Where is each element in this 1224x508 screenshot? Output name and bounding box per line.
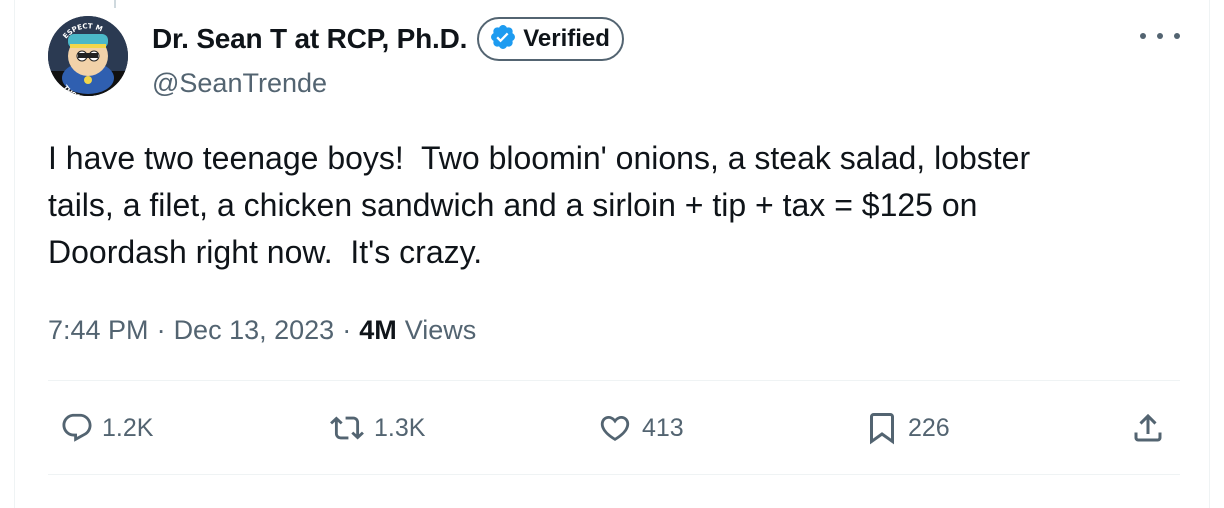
verified-pill[interactable]: Verified bbox=[477, 17, 624, 61]
divider bbox=[48, 474, 1180, 475]
verified-label: Verified bbox=[523, 25, 610, 52]
meta-separator: · bbox=[156, 314, 166, 345]
views-count: 4M bbox=[359, 314, 397, 345]
reply-button[interactable]: 1.2K bbox=[60, 382, 153, 474]
author-handle[interactable]: @SeanTrende bbox=[152, 68, 327, 99]
reply-count: 1.2K bbox=[102, 413, 154, 442]
action-bar: 1.2K 1.3K 413 226 bbox=[48, 382, 1180, 474]
like-count: 413 bbox=[642, 413, 684, 442]
author-display-name[interactable]: Dr. Sean T at RCP, Ph.D. bbox=[152, 23, 467, 55]
tweet-time[interactable]: 7:44 PM bbox=[48, 315, 149, 346]
like-icon bbox=[596, 411, 634, 445]
like-button[interactable]: 413 bbox=[596, 382, 684, 474]
thread-line bbox=[114, 0, 116, 8]
more-dot bbox=[1157, 33, 1163, 39]
repost-icon bbox=[328, 411, 366, 445]
author-row: Dr. Sean T at RCP, Ph.D. Verified bbox=[152, 16, 624, 62]
share-icon bbox=[1130, 410, 1166, 446]
meta-separator: · bbox=[342, 314, 352, 345]
repost-button[interactable]: 1.3K bbox=[328, 382, 425, 474]
more-dot bbox=[1174, 33, 1180, 39]
avatar-image: ESPECT M THORITA bbox=[48, 16, 128, 96]
bookmark-icon bbox=[864, 410, 900, 446]
avatar[interactable]: ESPECT M THORITA bbox=[48, 16, 128, 96]
views-label: Views bbox=[404, 314, 477, 345]
tweet-date[interactable]: Dec 13, 2023 bbox=[174, 315, 335, 346]
tweet-meta: 7:44 PM · Dec 13, 2023 · 4M Views bbox=[48, 310, 476, 350]
share-button[interactable] bbox=[1130, 382, 1166, 474]
bookmark-count: 226 bbox=[908, 413, 950, 442]
tweet-text: I have two teenage boys! Two bloomin' on… bbox=[48, 140, 1031, 270]
verified-badge-icon bbox=[489, 23, 517, 56]
bookmark-button[interactable]: 226 bbox=[864, 382, 950, 474]
divider bbox=[48, 380, 1180, 381]
more-dot bbox=[1140, 33, 1146, 39]
repost-count: 1.3K bbox=[374, 413, 426, 442]
reply-icon bbox=[60, 411, 94, 445]
more-icon[interactable] bbox=[1140, 22, 1180, 50]
